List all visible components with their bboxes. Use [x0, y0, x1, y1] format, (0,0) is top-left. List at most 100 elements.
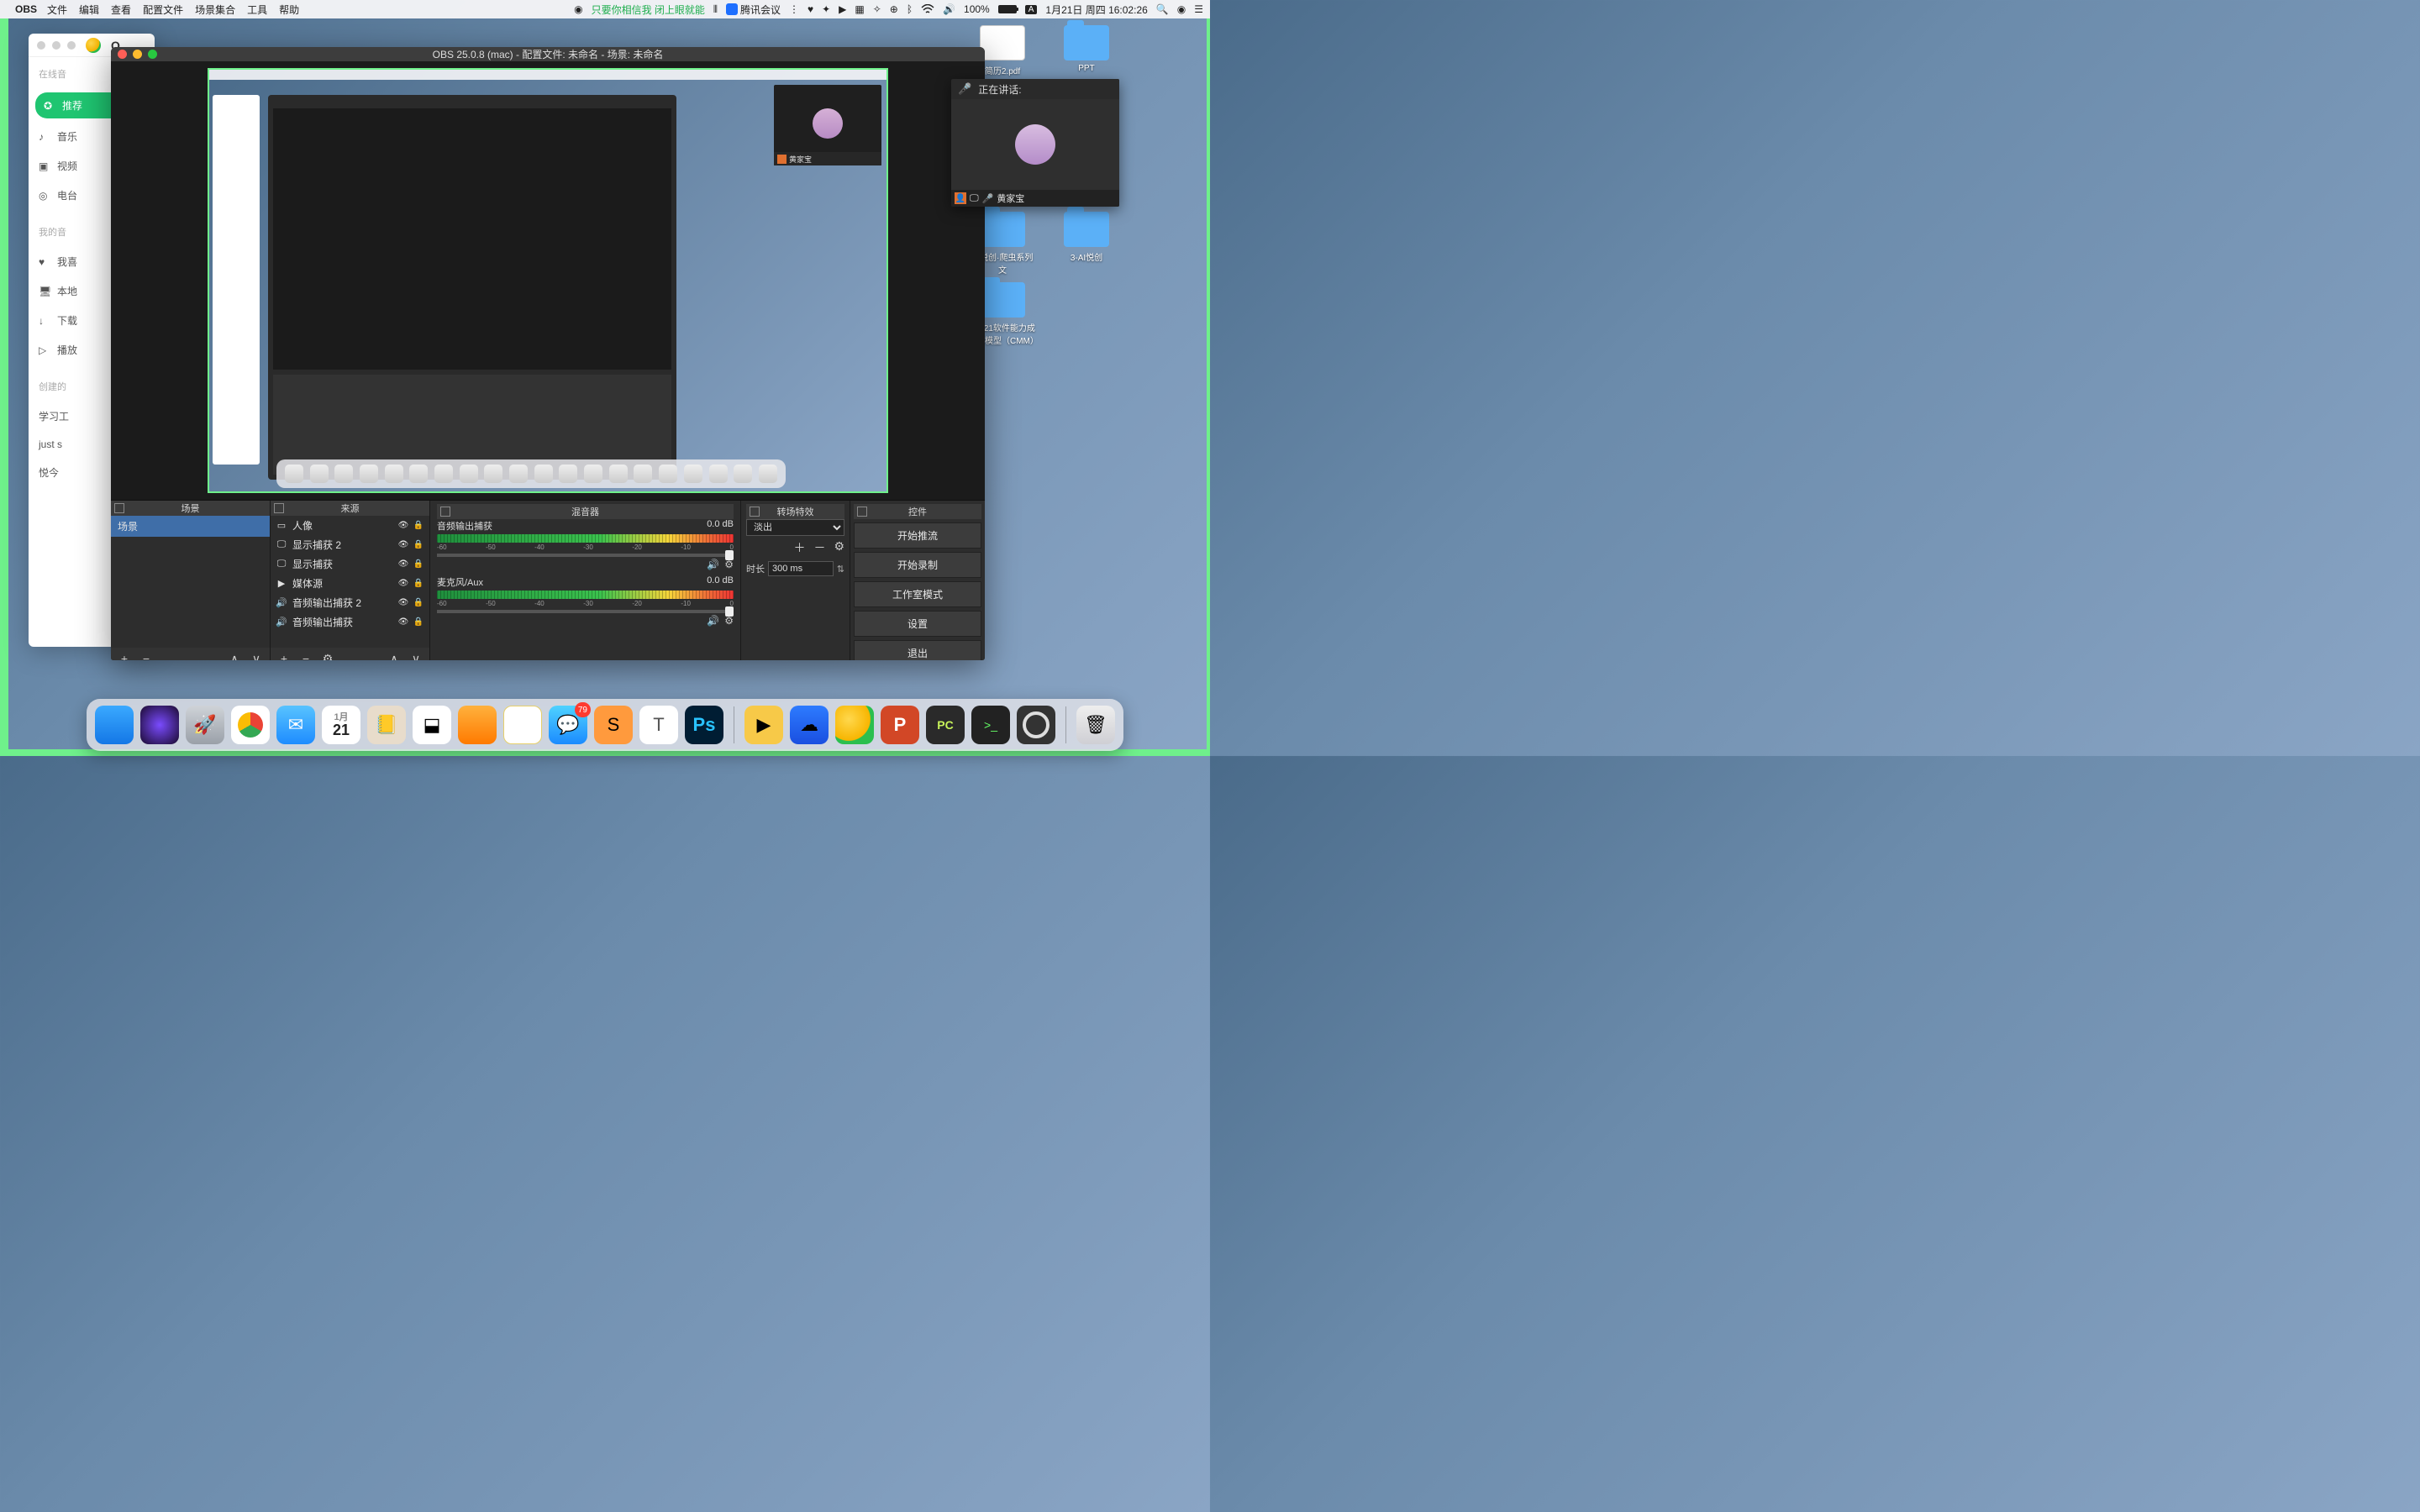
wifi-icon[interactable] — [921, 4, 934, 14]
dock-sublime[interactable]: S — [594, 706, 633, 744]
lock-icon[interactable]: 🔒 — [413, 617, 424, 628]
volume-icon[interactable]: 🔊 — [943, 3, 955, 15]
menubar-clock[interactable]: 1月21日 周四 16:02:26 — [1045, 3, 1147, 17]
obs-window[interactable]: OBS 25.0.8 (mac) - 配置文件: 未命名 - 场景: 未命名 黄… — [111, 47, 985, 660]
transition-settings-button[interactable]: ⚙ — [834, 539, 844, 556]
eq-icon[interactable]: ⫴ — [713, 3, 718, 16]
dock-popout-icon[interactable] — [274, 503, 284, 513]
dock-pycharm[interactable]: PC — [926, 706, 965, 744]
start-stream-button[interactable]: 开始推流 — [854, 522, 981, 549]
visibility-icon[interactable]: 👁 — [397, 597, 409, 609]
dock-photoshop[interactable]: Ps — [685, 706, 723, 744]
studio-mode-button[interactable]: 工作室模式 — [854, 581, 981, 607]
dock-messages[interactable]: 💬79 — [549, 706, 587, 744]
dock-app[interactable] — [458, 706, 497, 744]
dock-finder[interactable] — [95, 706, 134, 744]
visibility-icon[interactable]: 👁 — [397, 539, 409, 551]
dock-terminal[interactable]: >_ — [971, 706, 1010, 744]
heart-icon[interactable]: ♥ — [808, 3, 813, 15]
tray-icon-2[interactable]: ✧ — [873, 3, 881, 15]
remove-transition-button[interactable]: － — [813, 539, 825, 556]
dock-popout-icon[interactable] — [857, 507, 867, 517]
source-item[interactable]: 🖵显示捕获 2👁🔒 — [271, 535, 429, 554]
notification-center-icon[interactable]: ☰ — [1194, 3, 1203, 15]
dock-chrome[interactable] — [231, 706, 270, 744]
source-item[interactable]: 🔊音频输出捕获👁🔒 — [271, 612, 429, 632]
tencent-header[interactable]: 🎤 正在讲话: — [951, 79, 1119, 99]
stepper-icon[interactable]: ⇅ — [837, 564, 844, 575]
transition-select[interactable]: 淡出 — [746, 519, 844, 536]
dock-launchpad[interactable]: 🚀 — [186, 706, 224, 744]
mixer-volume-slider[interactable] — [437, 610, 734, 613]
tray-icon[interactable]: ⋮ — [789, 3, 799, 15]
source-item[interactable]: 🔊音频输出捕获 2👁🔒 — [271, 593, 429, 612]
obs-titlebar[interactable]: OBS 25.0.8 (mac) - 配置文件: 未命名 - 场景: 未命名 — [111, 47, 985, 61]
lock-icon[interactable]: 🔒 — [413, 597, 424, 609]
menu-scenes[interactable]: 场景集合 — [195, 3, 235, 17]
lock-icon[interactable]: 🔒 — [413, 539, 424, 551]
dock-popout-icon[interactable] — [750, 507, 760, 517]
dock-powerpoint[interactable]: P — [881, 706, 919, 744]
exit-button[interactable]: 退出 — [854, 640, 981, 660]
add-transition-button[interactable]: ＋ — [793, 539, 805, 556]
mic-icon[interactable]: 🎤 — [958, 82, 971, 96]
visibility-icon[interactable]: 👁 — [397, 520, 409, 532]
dock-app[interactable]: ▶ — [744, 706, 783, 744]
spark-icon[interactable]: ✦ — [822, 3, 830, 15]
visibility-icon[interactable]: 👁 — [397, 617, 409, 628]
duration-input[interactable] — [768, 561, 834, 576]
tencent-meeting-tray[interactable]: 腾讯会议 — [726, 3, 781, 17]
source-up-button[interactable]: ∧ — [387, 652, 401, 660]
menubar-app-name[interactable]: OBS — [15, 3, 37, 15]
obs-preview[interactable]: 黄家宝 — [111, 61, 985, 500]
source-item[interactable]: ▭人像👁🔒 — [271, 516, 429, 535]
menu-profile[interactable]: 配置文件 — [143, 3, 183, 17]
dock-obs[interactable] — [1017, 706, 1055, 744]
ime-indicator[interactable]: A — [1025, 5, 1038, 14]
gear-icon[interactable]: ⚙ — [724, 559, 734, 570]
visibility-icon[interactable]: 👁 — [397, 559, 409, 570]
dock-contacts[interactable]: 📒 — [367, 706, 406, 744]
mixer-volume-slider[interactable] — [437, 554, 734, 557]
add-source-button[interactable]: + — [277, 652, 291, 660]
menu-tools[interactable]: 工具 — [247, 3, 267, 17]
remove-scene-button[interactable]: − — [139, 652, 153, 660]
dock-popout-icon[interactable] — [440, 507, 450, 517]
source-down-button[interactable]: ∨ — [409, 652, 423, 660]
battery-icon[interactable] — [998, 5, 1017, 13]
dock-notes[interactable] — [503, 706, 542, 744]
dock-app[interactable]: ⬓ — [413, 706, 451, 744]
dock-textedit[interactable]: T — [639, 706, 678, 744]
dock-trash[interactable]: 🗑 — [1076, 706, 1115, 744]
minimize-button[interactable] — [133, 50, 142, 59]
grid-icon[interactable]: ▦ — [855, 3, 864, 15]
scene-up-button[interactable]: ∧ — [228, 652, 241, 660]
dock-app[interactable]: ☁ — [790, 706, 829, 744]
lock-icon[interactable]: 🔒 — [413, 559, 424, 570]
dock-popout-icon[interactable] — [114, 503, 124, 513]
obs-preview-source[interactable]: 黄家宝 — [208, 68, 888, 493]
lock-icon[interactable]: 🔒 — [413, 578, 424, 590]
close-button[interactable] — [118, 50, 127, 59]
obs-tray-icon[interactable]: ◉ — [574, 3, 582, 15]
menu-file[interactable]: 文件 — [47, 3, 67, 17]
mute-icon[interactable]: 🔊 — [707, 559, 719, 570]
mute-icon[interactable]: 🔊 — [707, 615, 719, 627]
source-item[interactable]: 🖵显示捕获👁🔒 — [271, 554, 429, 574]
menu-help[interactable]: 帮助 — [279, 3, 299, 17]
source-settings-button[interactable]: ⚙ — [321, 652, 334, 660]
menu-edit[interactable]: 编辑 — [79, 3, 99, 17]
dock-calendar[interactable]: 1月21 — [322, 706, 360, 744]
dock-siri[interactable] — [140, 706, 179, 744]
spotlight-icon[interactable]: 🔍 — [1156, 3, 1169, 15]
settings-button[interactable]: 设置 — [854, 611, 981, 637]
dock-mail[interactable]: ✉ — [276, 706, 315, 744]
zoom-button[interactable] — [148, 50, 157, 59]
bluetooth-icon[interactable]: ᛒ — [907, 3, 913, 15]
menu-view[interactable]: 查看 — [111, 3, 131, 17]
siri-menubar-icon[interactable]: ◉ — [1177, 3, 1186, 15]
music-ticker[interactable]: 只要你相信我 闭上眼就能 — [592, 3, 705, 17]
video-tray-icon[interactable]: ▶ — [839, 3, 846, 15]
gear-icon[interactable]: ⚙ — [724, 615, 734, 627]
scene-item[interactable]: 场景 — [111, 516, 270, 537]
